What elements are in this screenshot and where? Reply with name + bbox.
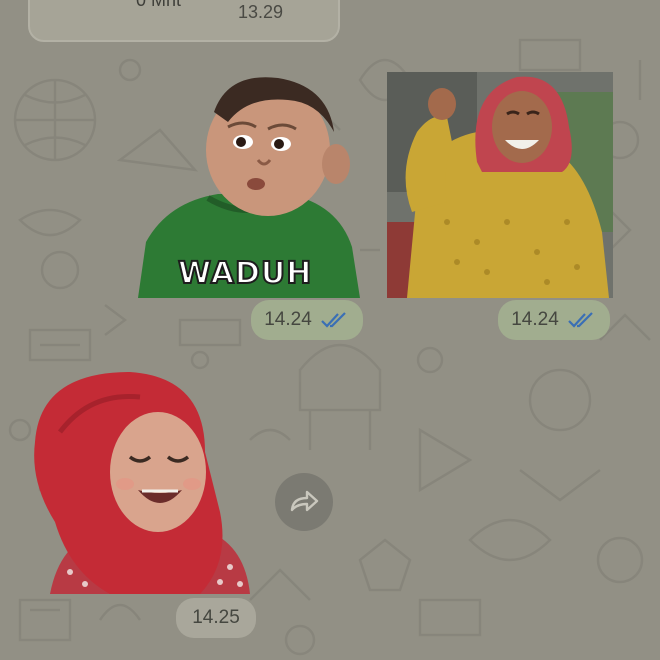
laughing-woman-image [387,72,613,298]
sticker-3-meta: 14.25 [176,598,256,638]
message-duration: 0 Mnt [136,0,182,10]
forward-arrow-icon [290,490,319,512]
forward-button[interactable] [275,473,333,531]
message-time: 14.25 [192,607,240,628]
message-time: 14.24 [511,309,559,330]
laughing-baby-hijab-image [34,372,250,594]
sticker-laughing-baby-hijab[interactable] [30,372,252,594]
read-ticks-icon [320,312,346,328]
sticker-laughing-woman[interactable] [387,72,613,298]
sticker-caption: WADUH [177,255,313,292]
sticker-2-meta: 14.24 [498,300,610,340]
sticker-1-meta: 14.24 [251,300,363,340]
message-time: 14.24 [264,309,312,330]
sticker-baby-waduh[interactable]: WADUH [138,72,360,298]
message-time: 13.29 [238,2,284,22]
read-ticks-icon [567,312,593,328]
audio-message-bubble[interactable]: 0 Mnt 13.29 [28,0,340,42]
